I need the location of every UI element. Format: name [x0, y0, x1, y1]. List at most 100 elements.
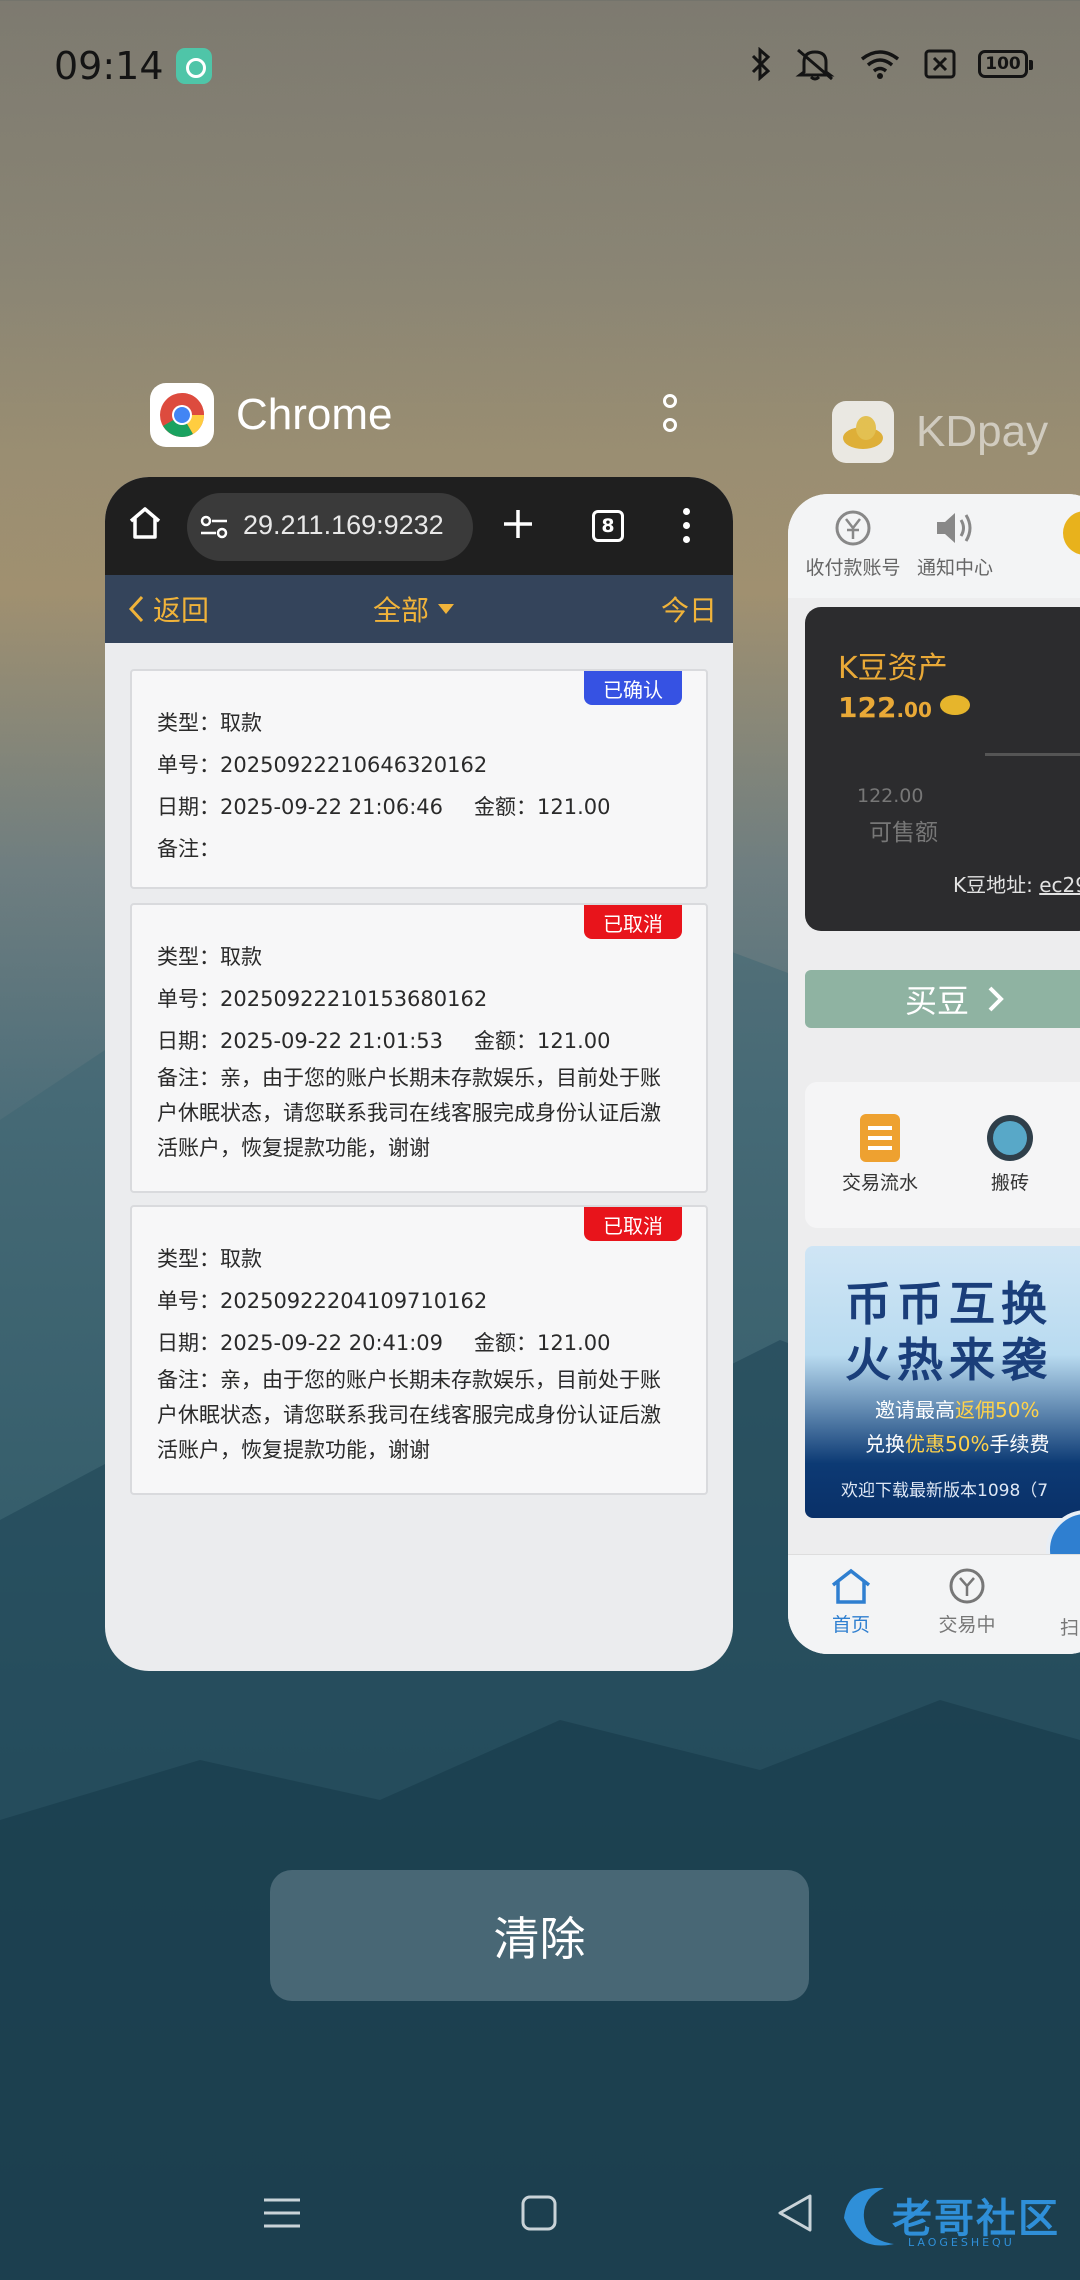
- bean-icon: [939, 695, 970, 715]
- record-card[interactable]: 已确认 类型：取款 单号：20250922210646320162 日期：202…: [130, 669, 708, 889]
- chrome-logo-icon: [150, 383, 214, 447]
- chrome-toolbar: 29.211.169:9232 8: [105, 477, 733, 575]
- status-time: 09:14: [54, 44, 164, 88]
- url-text: 29.211.169:9232: [243, 510, 444, 540]
- brick-moving-item[interactable]: 搬砖: [955, 1112, 1065, 1195]
- filter-label: 全部: [373, 594, 430, 627]
- brick-moving-label: 搬砖: [990, 1172, 1029, 1194]
- record-amount: 金额：121.00: [474, 1331, 611, 1355]
- address-bar[interactable]: 29.211.169:9232: [187, 493, 473, 561]
- record-card[interactable]: 已取消 类型：取款 单号：20250922204109710162 日期：202…: [130, 1205, 708, 1495]
- nav-home-label: 首页: [831, 1614, 870, 1636]
- function-grid: 交易流水 搬砖: [805, 1082, 1080, 1228]
- record-date: 日期：2025-09-22 20:41:09: [157, 1331, 444, 1355]
- promo-banner[interactable]: 币币互换 火热来袭 邀请最高返佣50% 兑换优惠50%手续费 欢迎下载最新版本1…: [805, 1246, 1080, 1518]
- buy-bean-button[interactable]: 买豆: [805, 970, 1080, 1028]
- nav-trading[interactable]: 交易中: [924, 1567, 1010, 1637]
- record-amount: 金额：121.00: [474, 795, 611, 819]
- app-options-icon[interactable]: [656, 390, 684, 440]
- watermark-subtext: LAOGESHEQU: [908, 2236, 1015, 2249]
- address-row: K豆地址: ec29: [953, 869, 1080, 898]
- banner-invite-highlight: 返佣50%: [955, 1398, 1040, 1422]
- kdpay-bottom-nav: 首页 交易中 扫: [788, 1554, 1080, 1654]
- address-value[interactable]: ec29: [1039, 873, 1080, 897]
- notification-app-icon: [176, 48, 212, 84]
- address-label: K豆地址:: [953, 873, 1033, 897]
- tab-switcher-button[interactable]: 8: [592, 510, 624, 542]
- ledger-icon: [860, 1114, 900, 1162]
- asset-amount: 122 .00: [838, 689, 972, 724]
- nav-trading-label: 交易中: [938, 1614, 996, 1636]
- nav-home[interactable]: 首页: [808, 1567, 894, 1637]
- record-date: 日期：2025-09-22 21:06:46: [157, 795, 444, 819]
- status-bar: 09:14 100: [0, 0, 1080, 130]
- exchange-coin-icon: [949, 1568, 985, 1604]
- watermark-logo: 老哥社区 LAOGESHEQU: [838, 2178, 1068, 2258]
- kdpay-app-header[interactable]: KDpay: [832, 401, 1048, 463]
- back-label: 返回: [153, 594, 210, 627]
- status-badge: 已取消: [584, 1207, 682, 1241]
- kdpay-recent-card[interactable]: 收付款账号 通知中心 K豆资产 122 .00 122.00 可售额 0 不 K…: [788, 494, 1080, 1654]
- receive-account-label: 收付款账号: [805, 557, 901, 579]
- banner-fee-text: 手续费: [989, 1432, 1050, 1456]
- caret-down-icon: [438, 604, 455, 614]
- record-note: 备注：亲，由于您的账户长期未存款娱乐，目前处于账户休眠状态，请您联系我司在线客服…: [157, 1066, 661, 1160]
- record-card[interactable]: 已取消 类型：取款 单号：20250922210153680162 日期：202…: [130, 903, 708, 1193]
- chrome-app-name: Chrome: [236, 390, 393, 439]
- wifi-icon: [860, 50, 900, 79]
- asset-decimal: .00: [896, 698, 932, 722]
- chrome-recent-card[interactable]: 29.211.169:9232 8 返回 全部 今日 已确认 类型：取款 单号：…: [105, 477, 733, 1671]
- speaker-icon: [937, 513, 972, 543]
- record-order-number: 单号：20250922210646320162: [157, 753, 488, 777]
- divider: [985, 753, 1080, 756]
- record-type: 类型：取款: [157, 945, 262, 969]
- home-icon[interactable]: [127, 505, 163, 541]
- banner-exchange-highlight: 优惠50%: [905, 1432, 990, 1456]
- kdpay-logo-icon: [832, 401, 894, 463]
- status-badge: 已确认: [584, 671, 682, 705]
- yen-coin-icon: [835, 510, 871, 546]
- banner-invite-text: 邀请最高: [875, 1398, 955, 1422]
- page-nav-bar: 返回 全部 今日: [105, 575, 733, 643]
- receive-account-item[interactable]: 收付款账号: [798, 508, 908, 580]
- chrome-app-header[interactable]: Chrome: [150, 383, 393, 447]
- asset-panel: K豆资产 122 .00 122.00 可售额 0 不 K豆地址: ec29: [805, 607, 1080, 931]
- record-date: 日期：2025-09-22 21:01:53: [157, 1029, 444, 1053]
- chevron-left-icon: [128, 595, 144, 623]
- back-button[interactable]: 返回: [127, 589, 209, 629]
- record-order-number: 单号：20250922210153680162: [157, 987, 488, 1011]
- notification-center-item[interactable]: 通知中心: [900, 508, 1010, 580]
- home-button-icon[interactable]: [520, 2194, 558, 2232]
- no-sim-icon: [924, 49, 956, 79]
- record-type: 类型：取款: [157, 1247, 262, 1271]
- filter-dropdown[interactable]: 全部: [373, 589, 455, 629]
- site-settings-icon[interactable]: [199, 515, 229, 539]
- sellable-value: 122.00: [857, 785, 924, 807]
- nav-scan-label[interactable]: 扫: [1060, 1613, 1079, 1640]
- sellable-label: 可售额: [869, 820, 938, 846]
- banner-exchange-text: 兑换: [865, 1432, 905, 1456]
- bluetooth-icon: [751, 47, 771, 81]
- recents-menu-icon[interactable]: [262, 2196, 302, 2230]
- earn-badge-icon: [987, 1115, 1033, 1161]
- buy-label: 买豆: [904, 982, 969, 1020]
- kdpay-app-name: KDpay: [916, 407, 1049, 456]
- new-tab-icon[interactable]: [501, 507, 535, 541]
- asset-value: 122: [838, 691, 897, 724]
- record-type: 类型：取款: [157, 711, 262, 735]
- banner-download-line: 欢迎下载最新版本1098（7: [841, 1481, 1049, 1501]
- today-filter-button[interactable]: 今日: [661, 589, 717, 629]
- mute-icon: [795, 48, 835, 81]
- record-order-number: 单号：20250922204109710162: [157, 1289, 488, 1313]
- record-note: 备注：: [157, 837, 220, 861]
- chrome-menu-icon[interactable]: [683, 508, 691, 544]
- asset-title: K豆资产: [838, 651, 948, 686]
- home-icon: [831, 1568, 871, 1604]
- chevron-right-icon: [988, 986, 1004, 1012]
- clear-all-button[interactable]: 清除: [270, 1870, 809, 2001]
- transaction-flow-label: 交易流水: [841, 1172, 918, 1194]
- back-triangle-icon[interactable]: [776, 2192, 814, 2234]
- banner-exchange-line: 兑换优惠50%手续费: [865, 1428, 1049, 1457]
- transaction-flow-item[interactable]: 交易流水: [825, 1112, 935, 1195]
- banner-invite-line: 邀请最高返佣50%: [875, 1394, 1039, 1423]
